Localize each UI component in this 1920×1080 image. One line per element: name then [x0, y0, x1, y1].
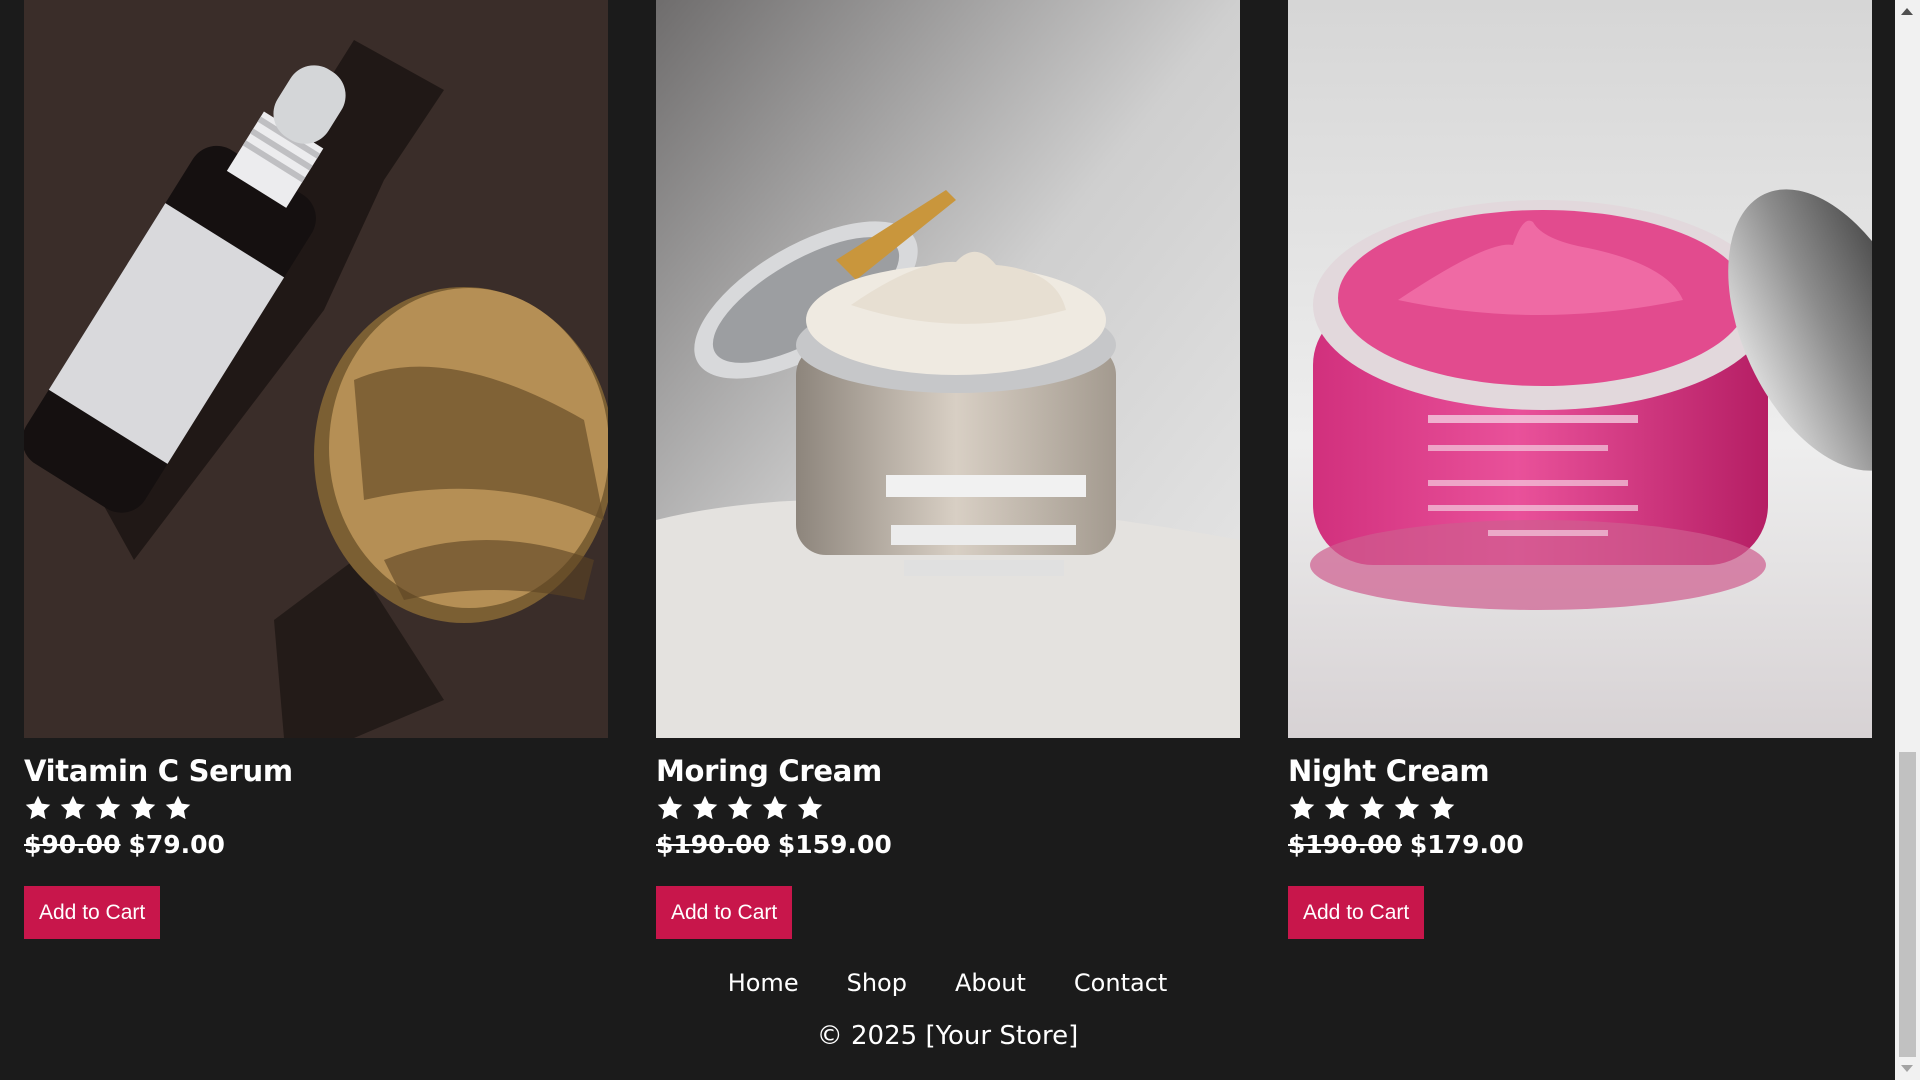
product-image-serum[interactable]	[24, 0, 608, 738]
product-name: Moring Cream	[656, 754, 882, 788]
footer-nav: Home Shop About Contact	[0, 968, 1895, 998]
star-icon	[25, 795, 51, 820]
rating-stars	[656, 794, 1240, 822]
vertical-scrollbar[interactable]	[1895, 0, 1920, 1080]
pink-jar-photo-icon	[1288, 0, 1872, 738]
old-price: $190.00	[1288, 830, 1402, 859]
scroll-thumb[interactable]	[1899, 752, 1916, 1057]
add-to-cart-button[interactable]: Add to Cart	[656, 886, 793, 939]
add-to-cart-button[interactable]: Add to Cart	[24, 886, 161, 939]
star-icon	[130, 795, 156, 820]
star-icon	[797, 795, 823, 820]
old-price: $190.00	[656, 830, 770, 859]
sale-price: $79.00	[128, 830, 225, 859]
star-icon	[1324, 795, 1350, 820]
product-name: Vitamin C Serum	[24, 754, 293, 788]
star-icon	[60, 795, 86, 820]
star-icon	[95, 795, 121, 820]
product-image-morning-cream[interactable]	[656, 0, 1240, 738]
add-to-cart-button[interactable]: Add to Cart	[1288, 886, 1425, 939]
copyright-text: © 2025 [Your Store]	[816, 1021, 1079, 1051]
star-icon	[1429, 795, 1455, 820]
star-icon	[692, 795, 718, 820]
star-icon	[657, 795, 683, 820]
rating-stars	[1288, 794, 1872, 822]
product-card-vitamin-c-serum: Vitamin C Serum $90.00 $79.00 Add to Cart	[24, 0, 608, 939]
product-image-night-cream[interactable]	[1288, 0, 1872, 738]
footer-link-home[interactable]: Home	[728, 968, 799, 998]
star-icon	[727, 795, 753, 820]
price-row: $90.00 $79.00	[24, 830, 608, 860]
scroll-down-arrow-icon[interactable]	[1901, 1065, 1913, 1072]
price-row: $190.00 $159.00	[656, 830, 1240, 860]
scroll-up-arrow-icon[interactable]	[1901, 8, 1913, 15]
star-icon	[762, 795, 788, 820]
product-card-moring-cream: Moring Cream $190.00 $159.00 Add to Cart	[656, 0, 1240, 939]
rating-stars	[24, 794, 608, 822]
product-card-night-cream: Night Cream $190.00 $179.00 Add to Cart	[1288, 0, 1872, 939]
sale-price: $179.00	[1409, 830, 1524, 859]
star-icon	[1359, 795, 1385, 820]
price-row: $190.00 $179.00	[1288, 830, 1872, 860]
serum-photo-icon	[24, 0, 608, 738]
star-icon	[1394, 795, 1420, 820]
footer-link-contact[interactable]: Contact	[1074, 968, 1167, 998]
product-grid: Vitamin C Serum $90.00 $79.00 Add to Cart	[24, 0, 1872, 939]
star-icon	[1289, 795, 1315, 820]
footer-link-shop[interactable]: Shop	[847, 968, 907, 998]
footer-link-about[interactable]: About	[955, 968, 1026, 998]
old-price: $90.00	[24, 830, 121, 859]
page: Vitamin C Serum $90.00 $79.00 Add to Cart	[0, 0, 1895, 1080]
product-name: Night Cream	[1288, 754, 1490, 788]
sale-price: $159.00	[777, 830, 892, 859]
star-icon	[165, 795, 191, 820]
cream-jar-photo-icon	[656, 0, 1240, 738]
